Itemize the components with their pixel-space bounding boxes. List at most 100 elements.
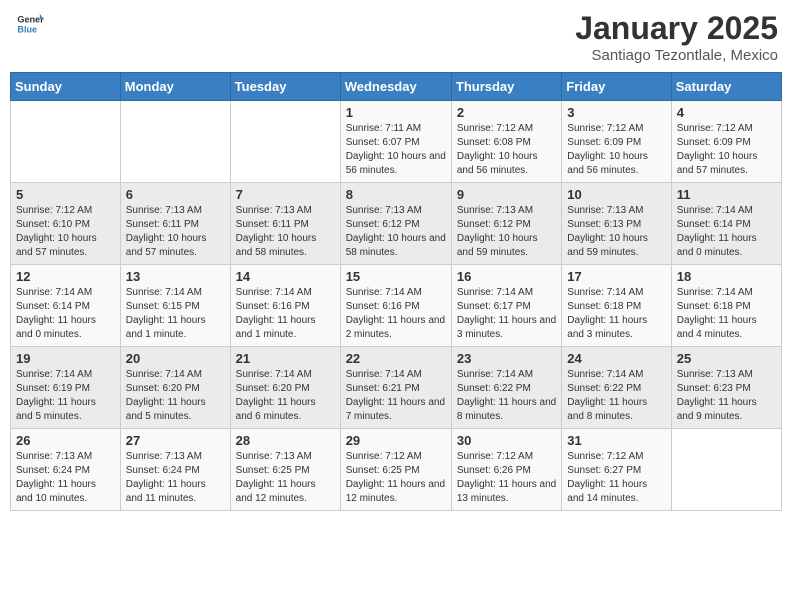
day-info: Sunrise: 7:13 AM Sunset: 6:13 PM Dayligh… [567,204,665,260]
day-number: 14 [236,269,335,284]
calendar-cell: 5 Sunrise: 7:12 AM Sunset: 6:10 PM Daylig… [11,183,121,265]
weekday-header-friday: Friday [562,73,671,101]
day-number: 30 [457,433,556,448]
day-info: Sunrise: 7:13 AM Sunset: 6:23 PM Dayligh… [677,368,776,424]
day-number: 5 [16,187,115,202]
day-number: 19 [16,351,115,366]
calendar-cell: 11 Sunrise: 7:14 AM Sunset: 6:14 PM Dayli… [671,183,781,265]
day-info: Sunrise: 7:12 AM Sunset: 6:10 PM Dayligh… [16,204,115,260]
day-number: 9 [457,187,556,202]
day-info: Sunrise: 7:14 AM Sunset: 6:19 PM Dayligh… [16,368,115,424]
calendar-cell [230,101,340,183]
calendar-cell: 26 Sunrise: 7:13 AM Sunset: 6:24 PM Dayli… [11,429,121,511]
calendar-cell: 6 Sunrise: 7:13 AM Sunset: 6:11 PM Daylig… [120,183,230,265]
weekday-header-thursday: Thursday [451,73,561,101]
day-number: 18 [677,269,776,284]
day-number: 22 [346,351,446,366]
calendar-cell [11,101,121,183]
calendar-cell: 25 Sunrise: 7:13 AM Sunset: 6:23 PM Dayli… [671,347,781,429]
calendar-cell: 19 Sunrise: 7:14 AM Sunset: 6:19 PM Dayli… [11,347,121,429]
calendar-cell: 13 Sunrise: 7:14 AM Sunset: 6:15 PM Dayli… [120,265,230,347]
day-number: 29 [346,433,446,448]
day-number: 8 [346,187,446,202]
day-number: 23 [457,351,556,366]
weekday-header-monday: Monday [120,73,230,101]
day-info: Sunrise: 7:13 AM Sunset: 6:24 PM Dayligh… [16,450,115,506]
day-number: 15 [346,269,446,284]
calendar-cell: 18Sunrise: 7:14 AM Sunset: 6:18 PM Dayli… [671,265,781,347]
day-info: Sunrise: 7:14 AM Sunset: 6:22 PM Dayligh… [567,368,665,424]
calendar-cell: 3Sunrise: 7:12 AM Sunset: 6:09 PM Daylig… [562,101,671,183]
day-number: 16 [457,269,556,284]
calendar-cell: 17Sunrise: 7:14 AM Sunset: 6:18 PM Dayli… [562,265,671,347]
calendar-table: SundayMondayTuesdayWednesdayThursdayFrid… [10,72,782,511]
calendar-cell: 24 Sunrise: 7:14 AM Sunset: 6:22 PM Dayli… [562,347,671,429]
calendar-week-row: 1 Sunrise: 7:11 AM Sunset: 6:07 PM Daylig… [11,101,782,183]
day-number: 25 [677,351,776,366]
day-number: 11 [677,187,776,202]
day-info: Sunrise: 7:13 AM Sunset: 6:24 PM Dayligh… [126,450,225,506]
day-info: Sunrise: 7:12 AM Sunset: 6:27 PM Dayligh… [567,450,665,506]
day-info: Sunrise: 7:14 AM Sunset: 6:14 PM Dayligh… [677,204,776,260]
calendar-cell [120,101,230,183]
calendar-cell: 28Sunrise: 7:13 AM Sunset: 6:25 PM Dayli… [230,429,340,511]
weekday-header-wednesday: Wednesday [340,73,451,101]
day-number: 6 [126,187,225,202]
day-number: 24 [567,351,665,366]
calendar-cell [671,429,781,511]
logo: General Blue [14,10,44,38]
day-number: 1 [346,105,446,120]
calendar-cell: 1 Sunrise: 7:11 AM Sunset: 6:07 PM Daylig… [340,101,451,183]
day-number: 27 [126,433,225,448]
day-info: Sunrise: 7:14 AM Sunset: 6:20 PM Dayligh… [126,368,225,424]
day-info: Sunrise: 7:14 AM Sunset: 6:17 PM Dayligh… [457,286,556,342]
weekday-header-saturday: Saturday [671,73,781,101]
weekday-header-tuesday: Tuesday [230,73,340,101]
day-number: 31 [567,433,665,448]
calendar-cell: 23Sunrise: 7:14 AM Sunset: 6:22 PM Dayli… [451,347,561,429]
day-number: 20 [126,351,225,366]
day-info: Sunrise: 7:11 AM Sunset: 6:07 PM Dayligh… [346,122,446,178]
weekday-header-sunday: Sunday [11,73,121,101]
day-number: 10 [567,187,665,202]
day-number: 21 [236,351,335,366]
calendar-week-row: 26 Sunrise: 7:13 AM Sunset: 6:24 PM Dayli… [11,429,782,511]
svg-text:Blue: Blue [17,24,37,34]
calendar-week-row: 19 Sunrise: 7:14 AM Sunset: 6:19 PM Dayli… [11,347,782,429]
calendar-cell: 20 Sunrise: 7:14 AM Sunset: 6:20 PM Dayli… [120,347,230,429]
day-info: Sunrise: 7:12 AM Sunset: 6:09 PM Dayligh… [567,122,665,178]
day-number: 4 [677,105,776,120]
day-info: Sunrise: 7:13 AM Sunset: 6:11 PM Dayligh… [236,204,335,260]
day-info: Sunrise: 7:14 AM Sunset: 6:14 PM Dayligh… [16,286,115,342]
month-title: January 2025 [575,10,778,47]
day-info: Sunrise: 7:13 AM Sunset: 6:11 PM Dayligh… [126,204,225,260]
day-info: Sunrise: 7:12 AM Sunset: 6:26 PM Dayligh… [457,450,556,506]
calendar-cell: 16 Sunrise: 7:14 AM Sunset: 6:17 PM Dayli… [451,265,561,347]
calendar-cell: 21Sunrise: 7:14 AM Sunset: 6:20 PM Dayli… [230,347,340,429]
day-info: Sunrise: 7:14 AM Sunset: 6:21 PM Dayligh… [346,368,446,424]
calendar-cell: 8 Sunrise: 7:13 AM Sunset: 6:12 PM Daylig… [340,183,451,265]
calendar-cell: 29Sunrise: 7:12 AM Sunset: 6:25 PM Dayli… [340,429,451,511]
day-info: Sunrise: 7:12 AM Sunset: 6:09 PM Dayligh… [677,122,776,178]
page-header: General Blue January 2025 Santiago Tezon… [10,10,782,64]
location-title: Santiago Tezontlale, Mexico [575,47,778,64]
calendar-cell: 22 Sunrise: 7:14 AM Sunset: 6:21 PM Dayli… [340,347,451,429]
calendar-cell: 9 Sunrise: 7:13 AM Sunset: 6:12 PM Daylig… [451,183,561,265]
title-area: January 2025 Santiago Tezontlale, Mexico [575,10,778,64]
calendar-cell: 27 Sunrise: 7:13 AM Sunset: 6:24 PM Dayli… [120,429,230,511]
logo-icon: General Blue [16,10,44,38]
day-info: Sunrise: 7:14 AM Sunset: 6:16 PM Dayligh… [346,286,446,342]
day-number: 2 [457,105,556,120]
day-number: 13 [126,269,225,284]
calendar-cell: 31 Sunrise: 7:12 AM Sunset: 6:27 PM Dayli… [562,429,671,511]
calendar-week-row: 12 Sunrise: 7:14 AM Sunset: 6:14 PM Dayli… [11,265,782,347]
day-info: Sunrise: 7:13 AM Sunset: 6:12 PM Dayligh… [346,204,446,260]
day-info: Sunrise: 7:13 AM Sunset: 6:12 PM Dayligh… [457,204,556,260]
day-info: Sunrise: 7:12 AM Sunset: 6:08 PM Dayligh… [457,122,556,178]
day-number: 26 [16,433,115,448]
weekday-header-row: SundayMondayTuesdayWednesdayThursdayFrid… [11,73,782,101]
day-number: 12 [16,269,115,284]
day-info: Sunrise: 7:14 AM Sunset: 6:15 PM Dayligh… [126,286,225,342]
calendar-week-row: 5 Sunrise: 7:12 AM Sunset: 6:10 PM Daylig… [11,183,782,265]
calendar-cell: 4 Sunrise: 7:12 AM Sunset: 6:09 PM Daylig… [671,101,781,183]
